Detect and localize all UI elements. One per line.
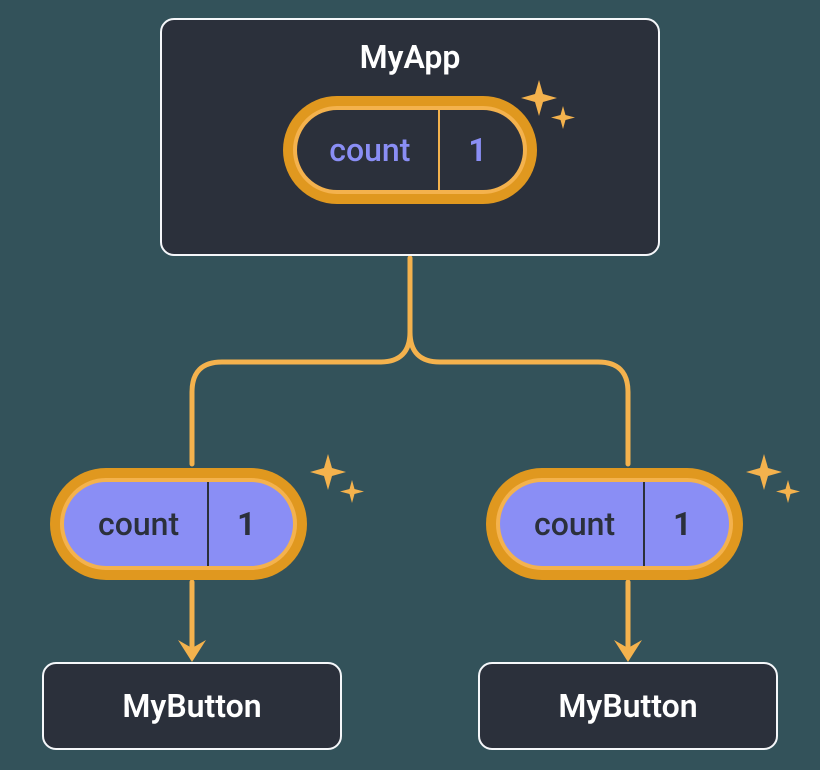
prop-label: count bbox=[64, 482, 209, 566]
sparkle-icon bbox=[519, 80, 579, 140]
state-label: count bbox=[297, 110, 440, 190]
parent-component-box: MyApp count 1 bbox=[160, 18, 660, 256]
prop-label: count bbox=[500, 482, 645, 566]
child-component-box-right: MyButton bbox=[478, 662, 778, 750]
child-prop-pill-right: count 1 bbox=[486, 468, 743, 580]
parent-component-title: MyApp bbox=[162, 38, 658, 76]
sparkle-icon bbox=[308, 454, 368, 514]
child-component-title: MyButton bbox=[558, 687, 697, 725]
child-component-box-left: MyButton bbox=[42, 662, 342, 750]
child-prop-pill-left: count 1 bbox=[50, 468, 307, 580]
state-value: 1 bbox=[440, 110, 522, 190]
prop-value: 1 bbox=[209, 482, 293, 566]
child-component-title: MyButton bbox=[122, 687, 261, 725]
sparkle-icon bbox=[744, 454, 804, 514]
parent-state-pill: count 1 bbox=[283, 96, 536, 204]
prop-value: 1 bbox=[645, 482, 729, 566]
